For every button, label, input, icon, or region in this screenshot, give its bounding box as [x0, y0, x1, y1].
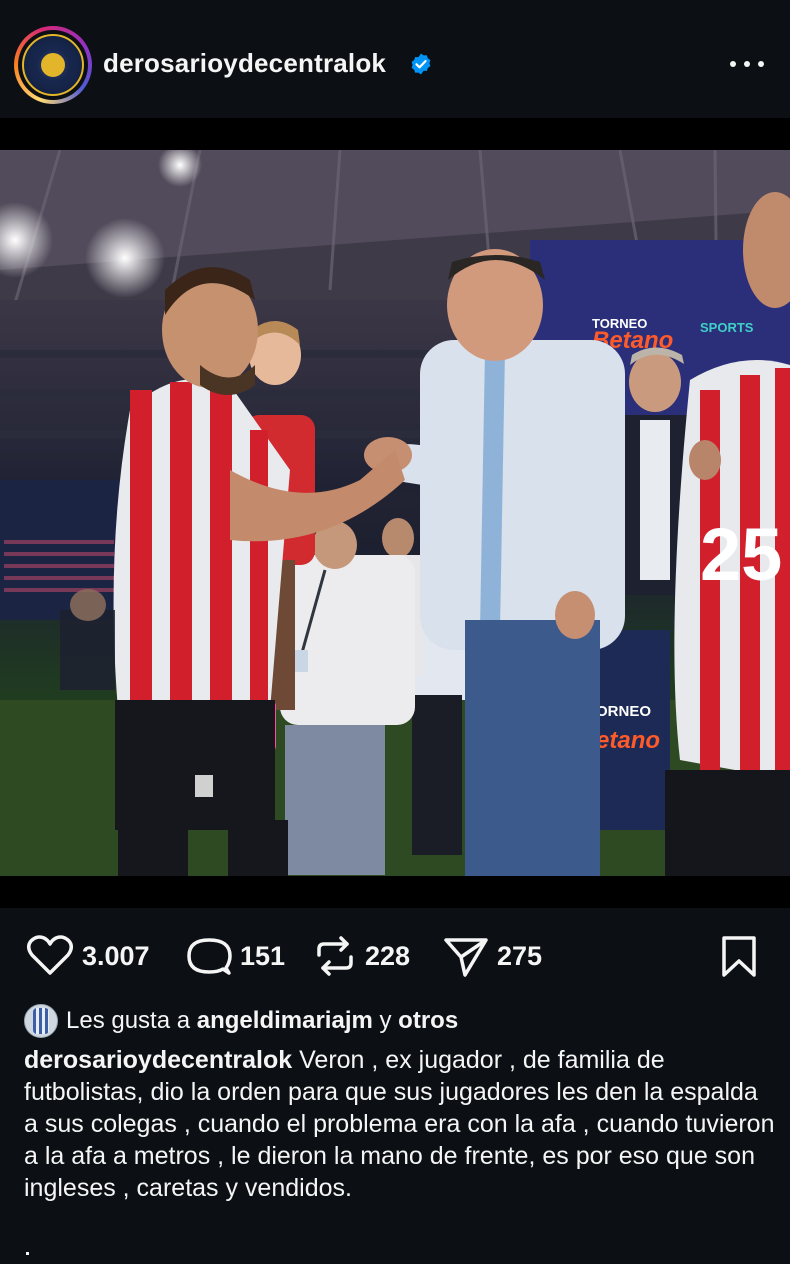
banner-text-sports: SPORTS	[700, 320, 754, 335]
crest-center	[38, 50, 68, 80]
repost-icon[interactable]	[313, 935, 357, 977]
story-avatar[interactable]	[14, 26, 92, 104]
liked-by-row: Les gusta a angeldimariajm y otros	[24, 1003, 458, 1039]
share-action[interactable]: 275	[443, 935, 542, 977]
likes-count: 3.007	[82, 940, 150, 971]
side-banner-betano: etano	[596, 727, 660, 754]
avatar-border	[18, 30, 88, 100]
caption-username[interactable]: derosarioydecentralok	[24, 1046, 292, 1074]
liker-avatar[interactable]	[24, 1004, 58, 1038]
comments-count: 151	[240, 940, 286, 971]
post-caption: derosarioydecentralok Veron , ex jugador…	[24, 1044, 776, 1204]
heart-icon[interactable]	[26, 935, 74, 977]
post-username[interactable]: derosarioydecentralok	[103, 48, 386, 79]
club-crest-icon	[22, 34, 84, 96]
reposts-count: 228	[365, 940, 411, 971]
more-options-icon[interactable]	[730, 54, 764, 74]
post-actions: 3.007 151 228 275	[0, 925, 790, 985]
liked-by-others[interactable]: otros	[398, 1007, 458, 1035]
like-action[interactable]: 3.007	[26, 935, 150, 977]
post-photo[interactable]: TORNEO Betano SPORTS ORNEO etano 25	[0, 150, 790, 876]
liked-by-connector: y	[372, 1007, 399, 1034]
shares-count: 275	[497, 940, 543, 971]
caption-ellipsis-dot	[26, 1252, 29, 1255]
side-banner-torneo: ORNEO	[596, 703, 651, 720]
bookmark-icon[interactable]	[720, 935, 758, 977]
post-header: derosarioydecentralok	[0, 10, 790, 118]
share-icon[interactable]	[443, 935, 489, 977]
liked-by-prefix: Les gusta a	[66, 1007, 197, 1034]
jersey-number: 25	[700, 513, 782, 596]
liked-by-user[interactable]: angeldimariajm	[197, 1007, 373, 1035]
comment-icon[interactable]	[186, 935, 232, 977]
status-strip	[0, 0, 790, 10]
comment-action[interactable]: 151	[186, 935, 285, 977]
verified-badge-icon	[411, 53, 431, 75]
repost-action[interactable]: 228	[313, 935, 410, 977]
photo-scene: TORNEO Betano SPORTS ORNEO etano 25	[0, 150, 790, 876]
